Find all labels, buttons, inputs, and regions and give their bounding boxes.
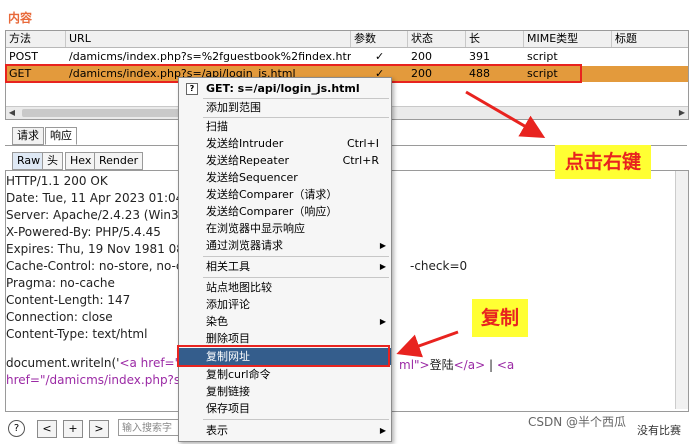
watermark: CSDN @半个西瓜: [528, 415, 627, 429]
callout-copy: 复制: [472, 299, 528, 337]
callout-right-click: 点击右键: [555, 145, 651, 179]
arrow-copy: [396, 330, 459, 358]
annotation-arrows: [396, 90, 546, 358]
arrow-right-click: [465, 90, 546, 139]
